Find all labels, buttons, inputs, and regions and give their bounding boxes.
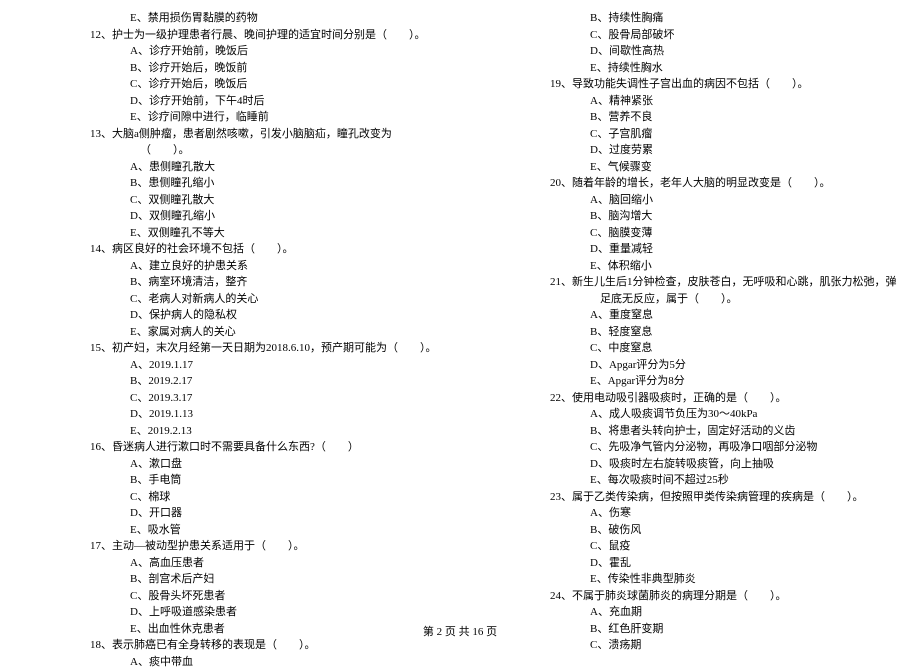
option-line: E、2019.2.13: [130, 423, 440, 440]
question-line: 20、随着年龄的增长，老年人大脑的明显改变是（ ）。: [550, 175, 900, 192]
question-line: 24、不属于肺炎球菌肺炎的病理分期是（ ）。: [550, 588, 900, 605]
option-line: A、重度窒息: [590, 307, 900, 324]
option-line: E、持续性胸水: [590, 60, 900, 77]
question-line: 19、导致功能失调性子宫出血的病因不包括（ ）。: [550, 76, 900, 93]
question-line: 14、病区良好的社会环境不包括（ ）。: [90, 241, 440, 258]
question-line: 13、大脑a侧肿瘤，患者剧然咳嗽，引发小脑脑疝，瞳孔改变为（ ）。: [90, 126, 440, 159]
question-line: 16、昏迷病人进行漱口时不需要具备什么东西?（ ）: [90, 439, 440, 456]
option-line: A、痰中带血: [130, 654, 440, 670]
option-line: B、2019.2.17: [130, 373, 440, 390]
option-line: B、破伤风: [590, 522, 900, 539]
option-line: D、双侧瞳孔缩小: [130, 208, 440, 225]
option-line: E、家属对病人的关心: [130, 324, 440, 341]
option-line: B、将患者头转向护士，固定好活动的义齿: [590, 423, 900, 440]
option-line: D、诊疗开始前，下午4时后: [130, 93, 440, 110]
option-line: D、过度劳累: [590, 142, 900, 159]
option-line: E、体积缩小: [590, 258, 900, 275]
option-line: A、患侧瞳孔散大: [130, 159, 440, 176]
option-line: A、成人吸痰调节负压为30～40kPa: [590, 406, 900, 423]
option-line: E、诊疗间隙中进行，临睡前: [130, 109, 440, 126]
option-line: C、先吸净气管内分泌物，再吸净口咽部分泌物: [590, 439, 900, 456]
option-line: E、Apgar评分为8分: [590, 373, 900, 390]
option-line: C、老病人对新病人的关心: [130, 291, 440, 308]
option-line: E、吸水管: [130, 522, 440, 539]
option-line: C、股骨头坏死患者: [130, 588, 440, 605]
option-line: B、诊疗开始后，晚饭前: [130, 60, 440, 77]
option-line: C、鼠疫: [590, 538, 900, 555]
option-line: A、诊疗开始前，晚饭后: [130, 43, 440, 60]
question-line: 15、初产妇，末次月经第一天日期为2018.6.10，预产期可能为（ ）。: [90, 340, 440, 357]
option-line: E、每次吸痰时间不超过25秒: [590, 472, 900, 489]
option-line: C、脑膜变薄: [590, 225, 900, 242]
option-line: D、开口器: [130, 505, 440, 522]
option-line: A、2019.1.17: [130, 357, 440, 374]
option-line: E、禁用损伤胃黏膜的药物: [130, 10, 440, 27]
option-line: C、中度窒息: [590, 340, 900, 357]
option-line: D、上呼吸道感染患者: [130, 604, 440, 621]
question-line: 21、新生儿生后1分钟检查，皮肤苍白，无呼吸和心跳，肌张力松弛，弹足底无反应，属…: [550, 274, 900, 307]
option-line: B、轻度窒息: [590, 324, 900, 341]
option-line: D、保护病人的隐私权: [130, 307, 440, 324]
question-line: 12、护士为一级护理患者行晨、晚间护理的适宜时间分别是（ ）。: [90, 27, 440, 44]
option-line: B、持续性胸痛: [590, 10, 900, 27]
option-line: A、高血压患者: [130, 555, 440, 572]
option-line: C、双侧瞳孔散大: [130, 192, 440, 209]
option-line: C、棉球: [130, 489, 440, 506]
option-line: A、建立良好的护患关系: [130, 258, 440, 275]
question-line: 17、主动—被动型护患关系适用于（ ）。: [90, 538, 440, 555]
page-footer: 第 2 页 共 16 页: [0, 624, 920, 641]
option-line: A、精神紧张: [590, 93, 900, 110]
option-line: B、手电筒: [130, 472, 440, 489]
question-line: 23、属于乙类传染病，但按照甲类传染病管理的疾病是（ ）。: [550, 489, 900, 506]
option-line: D、重量减轻: [590, 241, 900, 258]
option-line: C、子宫肌瘤: [590, 126, 900, 143]
option-line: B、营养不良: [590, 109, 900, 126]
question-line: 22、使用电动吸引器吸痰时，正确的是（ ）。: [550, 390, 900, 407]
right-column: B、持续性胸痛C、股骨局部破坏D、间歇性高热E、持续性胸水19、导致功能失调性子…: [480, 10, 900, 670]
option-line: D、2019.1.13: [130, 406, 440, 423]
option-line: A、充血期: [590, 604, 900, 621]
option-line: E、气候骤变: [590, 159, 900, 176]
option-line: A、漱口盘: [130, 456, 440, 473]
option-line: E、双侧瞳孔不等大: [130, 225, 440, 242]
option-line: B、脑沟增大: [590, 208, 900, 225]
left-column: E、禁用损伤胃黏膜的药物12、护士为一级护理患者行晨、晚间护理的适宜时间分别是（…: [20, 10, 440, 670]
option-line: D、Apgar评分为5分: [590, 357, 900, 374]
option-line: B、患侧瞳孔缩小: [130, 175, 440, 192]
option-line: D、间歇性高热: [590, 43, 900, 60]
option-line: E、传染性非典型肺炎: [590, 571, 900, 588]
option-line: A、伤寒: [590, 505, 900, 522]
option-line: D、霍乱: [590, 555, 900, 572]
option-line: C、2019.3.17: [130, 390, 440, 407]
option-line: A、脑回缩小: [590, 192, 900, 209]
option-line: D、吸痰时左右旋转吸痰管，向上抽吸: [590, 456, 900, 473]
option-line: B、剖宫术后产妇: [130, 571, 440, 588]
option-line: C、诊疗开始后，晚饭后: [130, 76, 440, 93]
option-line: C、股骨局部破坏: [590, 27, 900, 44]
option-line: B、病室环境清洁，整齐: [130, 274, 440, 291]
